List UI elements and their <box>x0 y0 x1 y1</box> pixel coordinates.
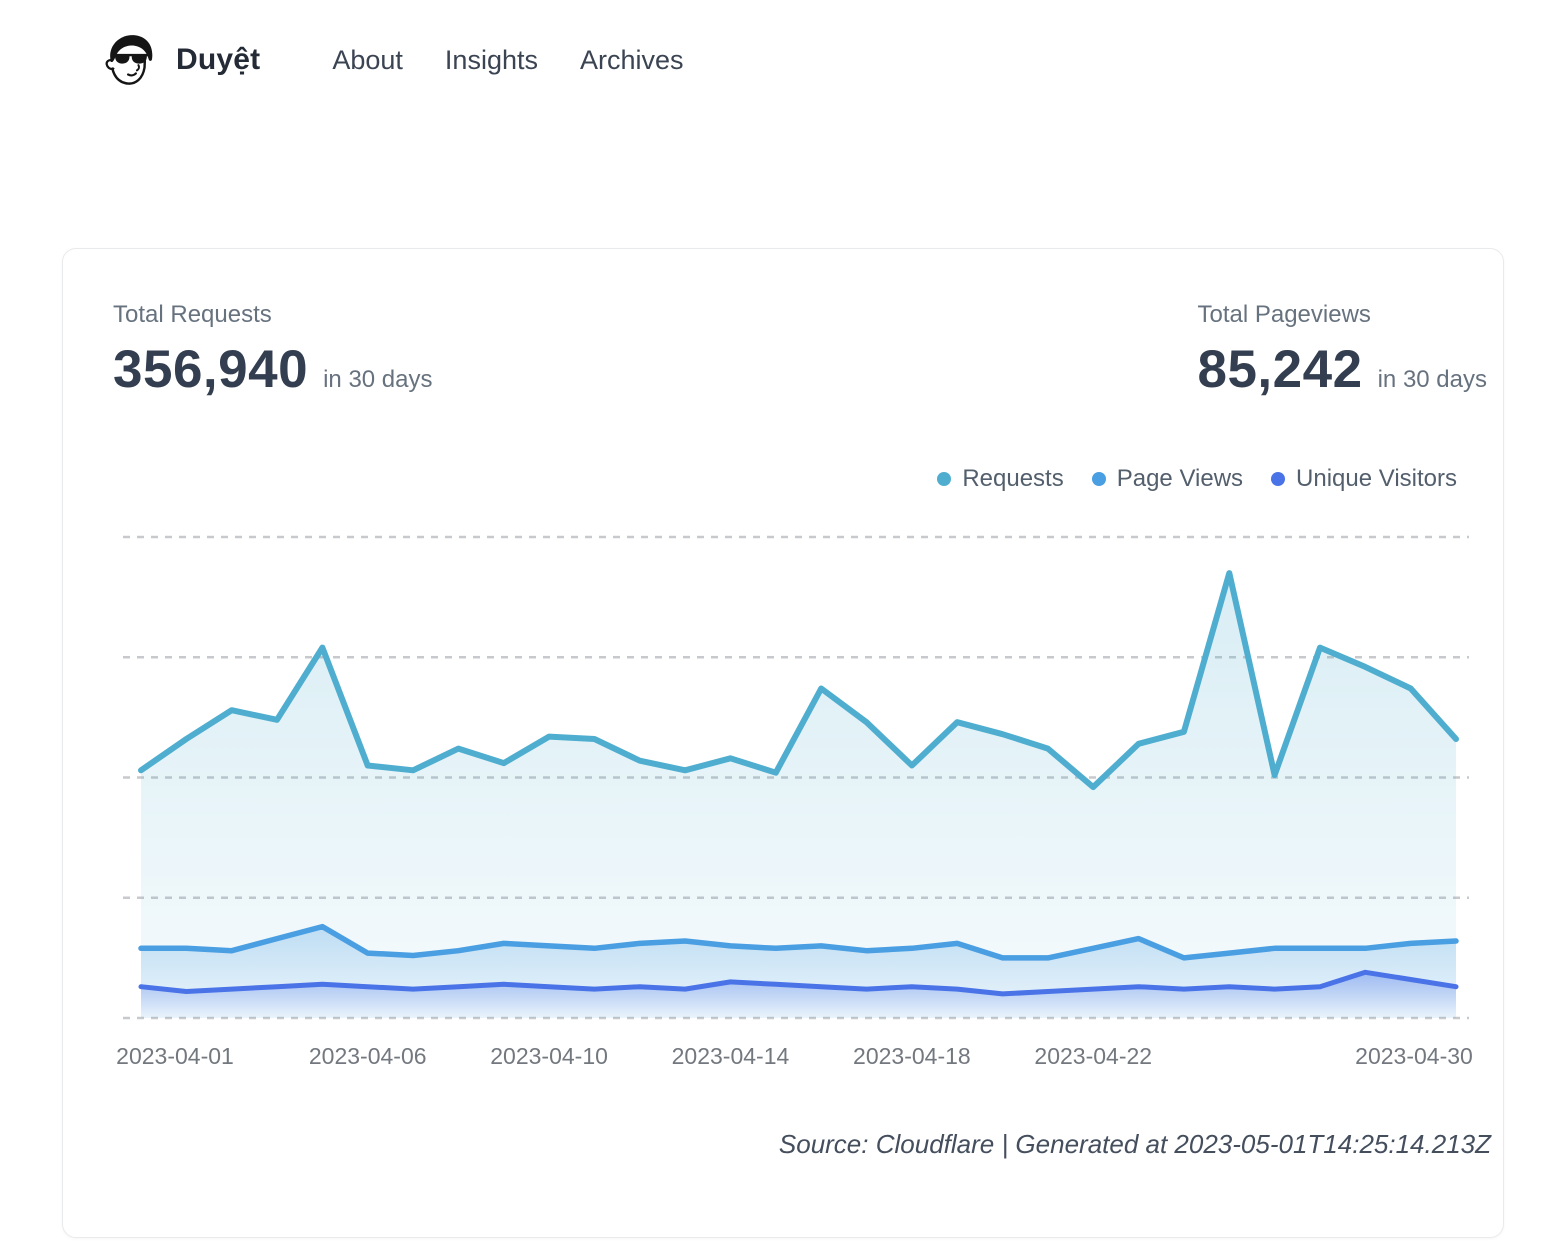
requests-dot-icon <box>937 472 951 486</box>
stat-total-requests: Total Requests 356,940 in 30 days <box>113 301 433 400</box>
analytics-card: Total Requests 356,940 in 30 days Total … <box>62 248 1504 1238</box>
x-axis-label: 2023-04-22 <box>1034 1043 1152 1070</box>
page-views-dot-icon <box>1092 472 1106 486</box>
brand-link[interactable]: Duyệt <box>176 43 260 77</box>
traffic-chart <box>63 535 1503 1035</box>
x-axis-label: 2023-04-06 <box>309 1043 427 1070</box>
chart-source-note: Source: Cloudflare | Generated at 2023-0… <box>779 1129 1491 1160</box>
legend-item-unique-visitors[interactable]: Unique Visitors <box>1271 465 1457 493</box>
stat-label: Total Requests <box>113 301 433 329</box>
legend-item-page-views[interactable]: Page Views <box>1092 465 1243 493</box>
nav-archives[interactable]: Archives <box>580 45 684 76</box>
x-axis-label: 2023-04-10 <box>490 1043 608 1070</box>
stat-suffix: in 30 days <box>323 366 432 394</box>
main-nav: About Insights Archives <box>332 45 683 76</box>
legend-item-requests[interactable]: Requests <box>937 465 1063 493</box>
stat-suffix: in 30 days <box>1378 366 1487 394</box>
chart-legend: Requests Page Views Unique Visitors <box>937 465 1457 493</box>
traffic-chart-canvas <box>63 535 1503 1035</box>
avatar-icon <box>100 30 160 90</box>
x-axis-label: 2023-04-30 <box>1355 1043 1473 1070</box>
stat-value: 356,940 <box>113 339 308 400</box>
x-axis-label: 2023-04-18 <box>853 1043 971 1070</box>
x-axis-label: 2023-04-01 <box>116 1043 234 1070</box>
x-axis: 2023-04-01 2023-04-06 2023-04-10 2023-04-14… <box>63 1043 1503 1073</box>
nav-about[interactable]: About <box>332 45 403 76</box>
stat-value: 85,242 <box>1197 339 1362 400</box>
stats-row: Total Requests 356,940 in 30 days Total … <box>113 301 1487 400</box>
unique-visitors-dot-icon <box>1271 472 1285 486</box>
avatar[interactable] <box>100 30 160 90</box>
stat-total-pageviews: Total Pageviews 85,242 in 30 days <box>1197 301 1487 400</box>
site-header: Duyệt About Insights Archives <box>100 30 684 90</box>
stat-label: Total Pageviews <box>1197 301 1487 329</box>
x-axis-label: 2023-04-14 <box>672 1043 790 1070</box>
nav-insights[interactable]: Insights <box>445 45 538 76</box>
